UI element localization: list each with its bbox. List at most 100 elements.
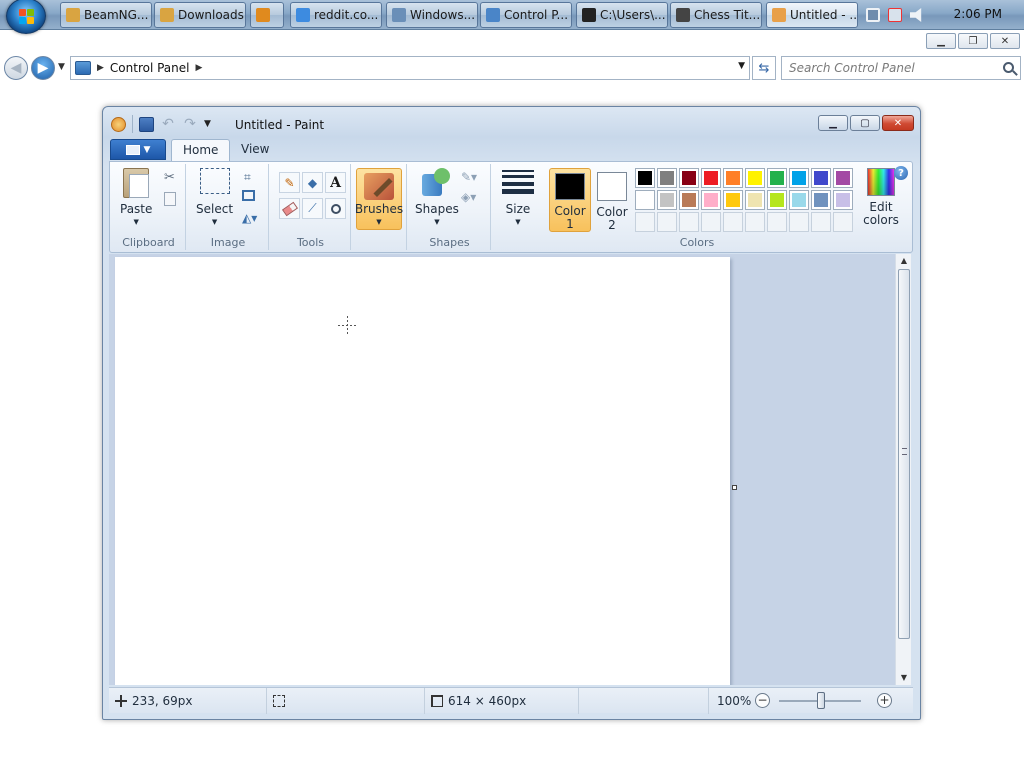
color2-button[interactable]: Color 2	[591, 168, 633, 232]
resize-icon[interactable]	[242, 190, 255, 201]
search-icon[interactable]	[1003, 62, 1014, 73]
custom-color-slot[interactable]	[635, 212, 655, 232]
taskbar-item[interactable]	[250, 2, 284, 28]
palette-swatch[interactable]	[745, 190, 765, 210]
custom-color-slot[interactable]	[679, 212, 699, 232]
palette-swatch[interactable]	[811, 168, 831, 188]
save-icon[interactable]	[139, 116, 154, 132]
palette-swatch[interactable]	[635, 168, 655, 188]
taskbar-item[interactable]: Untitled - ...	[766, 2, 858, 28]
fill-bucket-icon[interactable]: ◆	[302, 172, 323, 193]
custom-color-slot[interactable]	[767, 212, 787, 232]
palette-swatch[interactable]	[679, 190, 699, 210]
size-button[interactable]: Size ▼	[502, 168, 534, 229]
eraser-icon[interactable]	[279, 198, 300, 219]
palette-swatch[interactable]	[635, 190, 655, 210]
explorer-restore-button[interactable]: ❐	[958, 33, 988, 49]
palette-swatch[interactable]	[723, 168, 743, 188]
palette-swatch[interactable]	[767, 190, 787, 210]
close-button[interactable]: ✕	[882, 115, 914, 131]
canvas-resize-handle[interactable]	[732, 485, 737, 490]
cut-icon[interactable]: ✂	[164, 170, 180, 186]
maximize-button[interactable]: ▢	[850, 115, 880, 131]
network-icon[interactable]	[888, 8, 902, 22]
breadcrumb-separator-icon[interactable]: ▶	[97, 63, 104, 73]
copy-icon[interactable]	[164, 192, 176, 206]
paint-app-icon[interactable]	[111, 116, 126, 132]
taskbar-item[interactable]: Windows...	[386, 2, 478, 28]
recent-pages-dropdown-icon[interactable]: ▼	[58, 62, 65, 72]
address-bar[interactable]: ▶ Control Panel ▶ ▼	[70, 56, 750, 80]
volume-icon[interactable]	[910, 8, 922, 22]
shape-outline-icon[interactable]: ✎▾	[461, 170, 477, 186]
explorer-minimize-button[interactable]: ▁	[926, 33, 956, 49]
zoom-in-button[interactable]: +	[877, 693, 892, 708]
shapes-button[interactable]: Shapes ▼	[415, 168, 459, 229]
palette-swatch[interactable]	[701, 190, 721, 210]
custom-color-slot[interactable]	[811, 212, 831, 232]
palette-swatch[interactable]	[789, 168, 809, 188]
palette-swatch[interactable]	[745, 168, 765, 188]
explorer-close-button[interactable]: ✕	[990, 33, 1020, 49]
scrollbar-thumb[interactable]	[898, 269, 910, 639]
vertical-scrollbar[interactable]: ▲ ▼	[895, 254, 911, 685]
paint-menu-button[interactable]: ▼	[110, 139, 166, 160]
forward-button[interactable]: ▶	[31, 56, 55, 80]
custom-color-slot[interactable]	[789, 212, 809, 232]
rotate-icon[interactable]: ◭▾	[242, 211, 258, 227]
scroll-down-icon[interactable]: ▼	[896, 671, 912, 685]
custom-color-slot[interactable]	[745, 212, 765, 232]
pencil-icon[interactable]: ✎	[279, 172, 300, 193]
search-input[interactable]	[789, 61, 989, 75]
taskbar-item[interactable]: reddit.co...	[290, 2, 382, 28]
drawing-canvas[interactable]	[115, 257, 730, 685]
taskbar-item[interactable]: Downloads	[154, 2, 246, 28]
zoom-slider-thumb[interactable]	[817, 692, 825, 709]
color-picker-icon[interactable]: ⟋	[302, 198, 323, 219]
palette-swatch[interactable]	[657, 190, 677, 210]
brushes-button[interactable]: Brushes ▼	[355, 168, 403, 230]
palette-swatch[interactable]	[789, 190, 809, 210]
color1-button[interactable]: Color 1	[549, 168, 591, 232]
paste-button[interactable]: Paste ▼	[120, 168, 152, 229]
custom-color-slot[interactable]	[701, 212, 721, 232]
breadcrumb-control-panel[interactable]: Control Panel	[110, 61, 190, 75]
action-center-icon[interactable]	[866, 8, 880, 22]
back-button[interactable]: ◀	[4, 56, 28, 80]
palette-swatch[interactable]	[679, 168, 699, 188]
select-button[interactable]: Select ▼	[196, 168, 233, 229]
taskbar-item[interactable]: C:\Users\...	[576, 2, 668, 28]
tab-home[interactable]: Home	[171, 139, 231, 161]
taskbar-item[interactable]: BeamNG...	[60, 2, 152, 28]
breadcrumb-separator-icon[interactable]: ▶	[196, 63, 203, 73]
address-dropdown-icon[interactable]: ▼	[738, 61, 745, 71]
redo-icon[interactable]: ↷	[182, 116, 198, 132]
start-button[interactable]	[6, 0, 46, 34]
palette-swatch[interactable]	[833, 190, 853, 210]
text-tool-icon[interactable]: A	[325, 172, 346, 193]
crop-icon[interactable]: ⌗	[244, 170, 260, 186]
palette-swatch[interactable]	[811, 190, 831, 210]
taskbar-item[interactable]: Chess Tit...	[670, 2, 762, 28]
palette-swatch[interactable]	[657, 168, 677, 188]
help-icon[interactable]: ?	[894, 166, 908, 180]
palette-swatch[interactable]	[723, 190, 743, 210]
minimize-button[interactable]: ▁	[818, 115, 848, 131]
palette-swatch[interactable]	[701, 168, 721, 188]
zoom-out-button[interactable]: −	[755, 693, 770, 708]
custom-color-slot[interactable]	[833, 212, 853, 232]
magnifier-icon[interactable]	[325, 198, 346, 219]
tab-view[interactable]: View	[230, 139, 280, 161]
custom-color-slot[interactable]	[723, 212, 743, 232]
shape-fill-icon[interactable]: ◈▾	[461, 190, 477, 206]
custom-color-slot[interactable]	[657, 212, 677, 232]
search-box[interactable]	[781, 56, 1021, 80]
palette-swatch[interactable]	[833, 168, 853, 188]
taskbar-clock[interactable]: 2:06 PM	[954, 7, 1002, 21]
undo-icon[interactable]: ↶	[160, 116, 176, 132]
refresh-button[interactable]: ⇆	[752, 56, 776, 80]
taskbar-item[interactable]: Control P...	[480, 2, 572, 28]
palette-swatch[interactable]	[767, 168, 787, 188]
scroll-up-icon[interactable]: ▲	[896, 254, 912, 268]
customize-toolbar-icon[interactable]: ▼	[204, 119, 211, 129]
